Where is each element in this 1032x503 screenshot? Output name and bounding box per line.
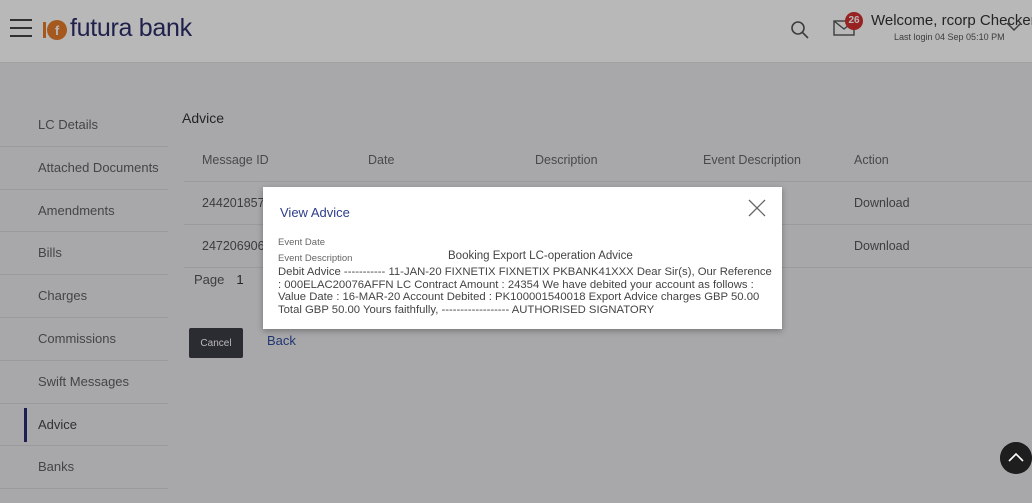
scroll-to-top-icon[interactable]: [1000, 442, 1032, 474]
advice-body-text: Debit Advice ----------- 11-JAN-20 FIXNE…: [278, 266, 772, 316]
event-description-value: Booking Export LC-operation Advice: [448, 250, 633, 262]
close-icon[interactable]: [748, 199, 766, 217]
event-date-label: Event Date: [278, 237, 325, 248]
event-description-label: Event Description: [278, 253, 353, 264]
modal-title: View Advice: [280, 205, 350, 220]
view-advice-modal: View Advice Event Date Event Description…: [263, 187, 782, 329]
